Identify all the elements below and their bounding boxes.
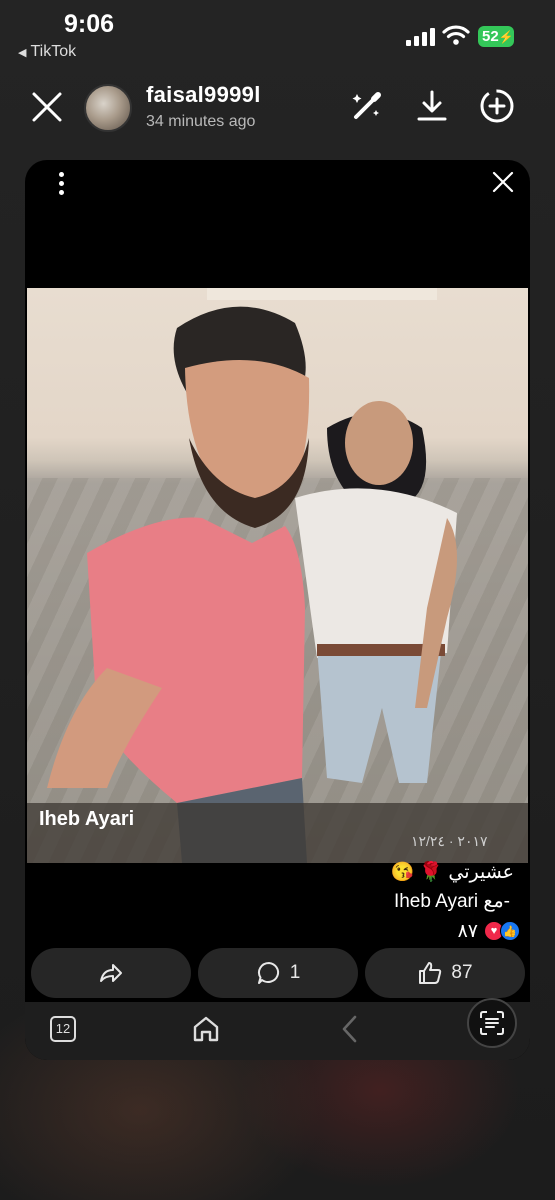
battery-level: 52 xyxy=(482,28,499,45)
back-to-app-link[interactable]: ◀ TikTok xyxy=(18,43,76,61)
back-app-label: TikTok xyxy=(30,43,77,60)
comment-button[interactable]: 1 xyxy=(198,948,358,998)
comment-icon xyxy=(257,962,279,984)
comment-count: 1 xyxy=(289,962,301,983)
charging-bolt-icon: ⚡ xyxy=(498,30,514,44)
status-bar: 9:06 ◀ TikTok 52⚡ xyxy=(0,0,555,70)
status-time: 9:06 xyxy=(64,10,115,38)
post-photo[interactable]: Iheb Ayari ٢٠١٧ · ١٢/٢٤ xyxy=(27,288,528,863)
back-triangle-icon: ◀ xyxy=(18,47,27,59)
avatar[interactable] xyxy=(84,84,132,132)
photo-name-label: Iheb Ayari xyxy=(39,808,135,830)
shared-post-card: Iheb Ayari ٢٠١٧ · ١٢/٢٤ عشيرتي 🌹 😘 Iheb … xyxy=(25,160,530,1060)
battery-indicator: 52⚡ xyxy=(478,26,514,47)
post-time: 34 minutes ago xyxy=(146,113,256,130)
cellular-signal-icon xyxy=(406,28,436,46)
share-icon xyxy=(100,964,122,982)
thumbs-up-icon xyxy=(419,962,442,984)
caption-text: عشيرتي 🌹 😘 xyxy=(390,862,515,883)
caption-with-tag: Iheb Ayari مع- xyxy=(393,891,510,912)
like-reaction-icon: 👍 xyxy=(500,921,520,941)
download-icon[interactable] xyxy=(414,88,450,124)
browser-bottom-nav: 12 xyxy=(25,1002,530,1060)
home-icon[interactable] xyxy=(191,1014,221,1044)
magic-brush-icon[interactable] xyxy=(348,88,384,124)
back-chevron-icon[interactable] xyxy=(335,1014,365,1044)
wifi-icon xyxy=(442,25,470,45)
reaction-count: ٨٧ xyxy=(457,920,478,942)
more-options-icon[interactable] xyxy=(51,172,71,198)
scan-text-button[interactable] xyxy=(467,998,517,1048)
add-circle-icon[interactable] xyxy=(478,87,516,125)
tabs-count-button[interactable]: 12 xyxy=(50,1016,76,1042)
scan-text-icon xyxy=(480,1011,504,1035)
share-button[interactable] xyxy=(31,948,191,998)
selfie-photo-illustration xyxy=(47,306,457,863)
like-button[interactable]: 87 xyxy=(365,948,525,998)
close-icon[interactable] xyxy=(30,90,64,124)
like-count: 87 xyxy=(451,962,473,983)
story-header: faisal9999l 34 minutes ago xyxy=(0,78,555,138)
photo-date: ٢٠١٧ · ١٢/٢٤ xyxy=(411,833,488,849)
username[interactable]: faisal9999l xyxy=(146,82,261,108)
reactions-summary[interactable]: ٨٧ ♥ 👍 xyxy=(458,918,520,944)
card-close-icon[interactable] xyxy=(491,170,515,194)
